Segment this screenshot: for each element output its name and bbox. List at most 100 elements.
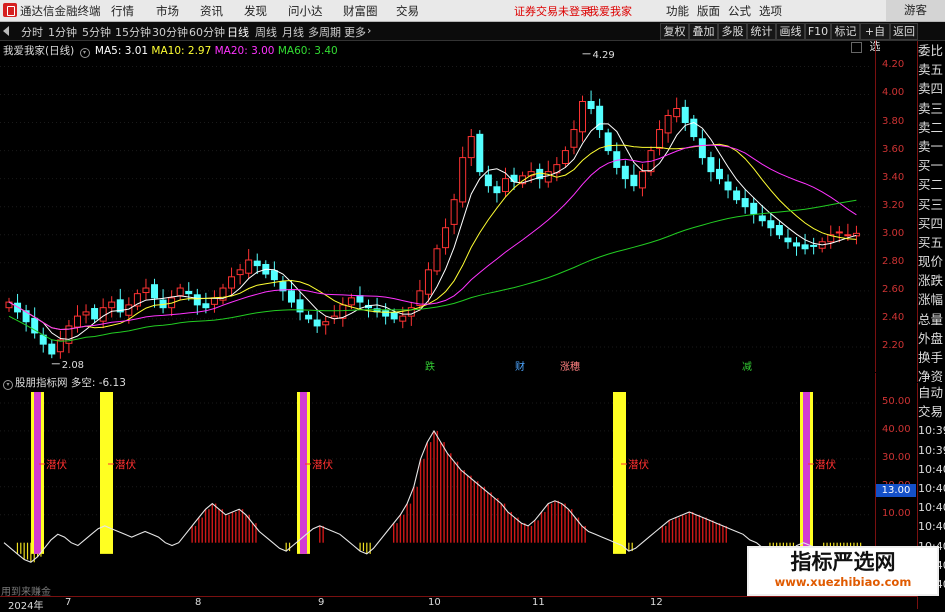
signal-label: 潜伏 (815, 458, 836, 471)
quote-field-label: 卖一 (918, 138, 944, 154)
event-tag: 跌 (425, 360, 435, 372)
left-arrow-icon[interactable] (3, 26, 9, 36)
candle-up (399, 315, 407, 322)
quote-field-label: 买三 (918, 196, 944, 212)
candle-up (459, 157, 467, 203)
candle-up (322, 321, 330, 326)
signal-bar-core (300, 392, 307, 554)
quote-field-label: 现价 (918, 254, 944, 270)
menu-item-functions[interactable]: 功能 (666, 3, 689, 19)
menu-item-wealth[interactable]: 财富圈 (343, 3, 378, 19)
trade-time: 10:40 (918, 520, 945, 534)
indicator-tick-label: 50.00 (882, 395, 911, 407)
period-tab-daily[interactable]: 日线 (227, 24, 249, 40)
quote-field-label: 卖二 (918, 119, 944, 135)
signal-label: 潜伏 (115, 458, 136, 471)
mark-button[interactable]: 标记 (831, 23, 860, 40)
low-price-label: 2.08 (62, 360, 84, 371)
menu-item-discover[interactable]: 发现 (244, 3, 267, 19)
trade-time: 10:40 (918, 501, 945, 515)
candle-up (450, 199, 458, 225)
user-name[interactable]: 我爱我家 (588, 3, 632, 19)
f10-button[interactable]: F10 (805, 23, 831, 40)
candle-up (673, 108, 681, 118)
period-tab-intraday[interactable]: 分时 (21, 24, 43, 40)
chevron-right-icon[interactable]: › (367, 24, 371, 37)
candle-down (630, 174, 638, 187)
overlay-button[interactable]: 叠加 (689, 23, 718, 40)
indicator-tick-label: 40.00 (882, 423, 911, 435)
signal-bar (613, 392, 626, 554)
watermark-title: 指标严选网 (790, 550, 896, 574)
candle-up (236, 269, 244, 276)
menu-item-formula[interactable]: 公式 (728, 3, 751, 19)
candle-down (484, 174, 492, 187)
top-menu-bar: 通达信金融终端 行情 市场 资讯 发现 问小达 财富圈 交易 证券交易未登录 我… (0, 0, 945, 22)
candle-down (621, 165, 629, 180)
restore-rights-button[interactable]: 复权 (660, 23, 689, 40)
period-tab-multi[interactable]: 多周期 (308, 24, 341, 40)
quote-field-label: 买五 (918, 234, 944, 250)
quote-field-label: 买四 (918, 215, 944, 231)
multi-stock-button[interactable]: 多股 (718, 23, 747, 40)
back-button[interactable]: 返回 (890, 23, 918, 40)
period-tab-1min[interactable]: 1分钟 (48, 24, 77, 40)
app-logo-icon (3, 3, 17, 17)
kline-chart[interactable]: 4.29 2.08 跌 财 涨穗 减 (0, 40, 917, 372)
candle-down (793, 242, 801, 247)
candle-up (467, 136, 475, 159)
add-watchlist-button[interactable]: +自选 (860, 23, 890, 53)
candle-down (724, 181, 732, 191)
period-tab-5min[interactable]: 5分钟 (82, 24, 111, 40)
ma60-line (8, 199, 857, 342)
menu-item-ask[interactable]: 问小达 (288, 3, 323, 19)
candle-down (185, 290, 193, 295)
statistics-button[interactable]: 统计 (747, 23, 776, 40)
candle-up (142, 287, 150, 294)
candle-up (501, 178, 509, 193)
quote-field-label: 净资 (918, 369, 944, 382)
month-label: 9 (318, 597, 325, 608)
period-tab-60min[interactable]: 60分钟 (189, 24, 225, 40)
signal-label: 潜伏 (628, 458, 649, 471)
candle-up (82, 311, 90, 316)
menu-item-quotes[interactable]: 行情 (111, 3, 134, 19)
candle-down (698, 138, 706, 159)
quote-side-panel: 委比卖五卖四卖三卖二卖一买一买二买三买四买五现价涨跌涨幅总量外盘换手净资收益 (917, 41, 945, 382)
auto-trade-label[interactable]: 交易 (918, 402, 945, 421)
price-tick-label: 4.20 (882, 59, 905, 71)
candle-down (715, 168, 723, 180)
month-label: 10 (428, 597, 441, 608)
candle-down (313, 319, 321, 327)
price-tick-label: 2.20 (882, 339, 905, 351)
quote-field-label: 卖四 (918, 81, 944, 97)
menu-item-market[interactable]: 市场 (156, 3, 179, 19)
trade-login-warning[interactable]: 证券交易未登录 (514, 3, 591, 19)
indicator-tick-label: 30.00 (882, 451, 911, 463)
candle-down (287, 290, 295, 303)
draw-line-button[interactable]: 画线 (776, 23, 805, 40)
signal-bar-core (803, 392, 810, 554)
auto-trade-label[interactable]: 自动 (918, 383, 945, 402)
period-tab-15min[interactable]: 15分钟 (115, 24, 151, 40)
period-tab-more[interactable]: 更多 (344, 24, 366, 40)
guest-button[interactable]: 游客 (886, 0, 945, 21)
price-tick-label: 3.20 (882, 199, 905, 211)
price-tick-label: 2.60 (882, 283, 905, 295)
period-tab-monthly[interactable]: 月线 (282, 24, 304, 40)
candle-up (544, 171, 552, 183)
candle-down (707, 157, 715, 173)
menu-item-news[interactable]: 资讯 (200, 3, 223, 19)
menu-item-options[interactable]: 选项 (759, 3, 782, 19)
period-tab-30min[interactable]: 30分钟 (152, 24, 188, 40)
candle-down (750, 202, 758, 215)
menu-item-trade[interactable]: 交易 (396, 3, 419, 19)
candle-up (433, 248, 441, 272)
candle-down (767, 220, 775, 229)
candle-up (561, 150, 569, 165)
period-tab-weekly[interactable]: 周线 (255, 24, 277, 40)
trade-time: 10:40 (918, 481, 945, 495)
menu-item-layout[interactable]: 版面 (697, 3, 720, 19)
candle-down (91, 308, 99, 320)
candle-up (835, 231, 843, 234)
